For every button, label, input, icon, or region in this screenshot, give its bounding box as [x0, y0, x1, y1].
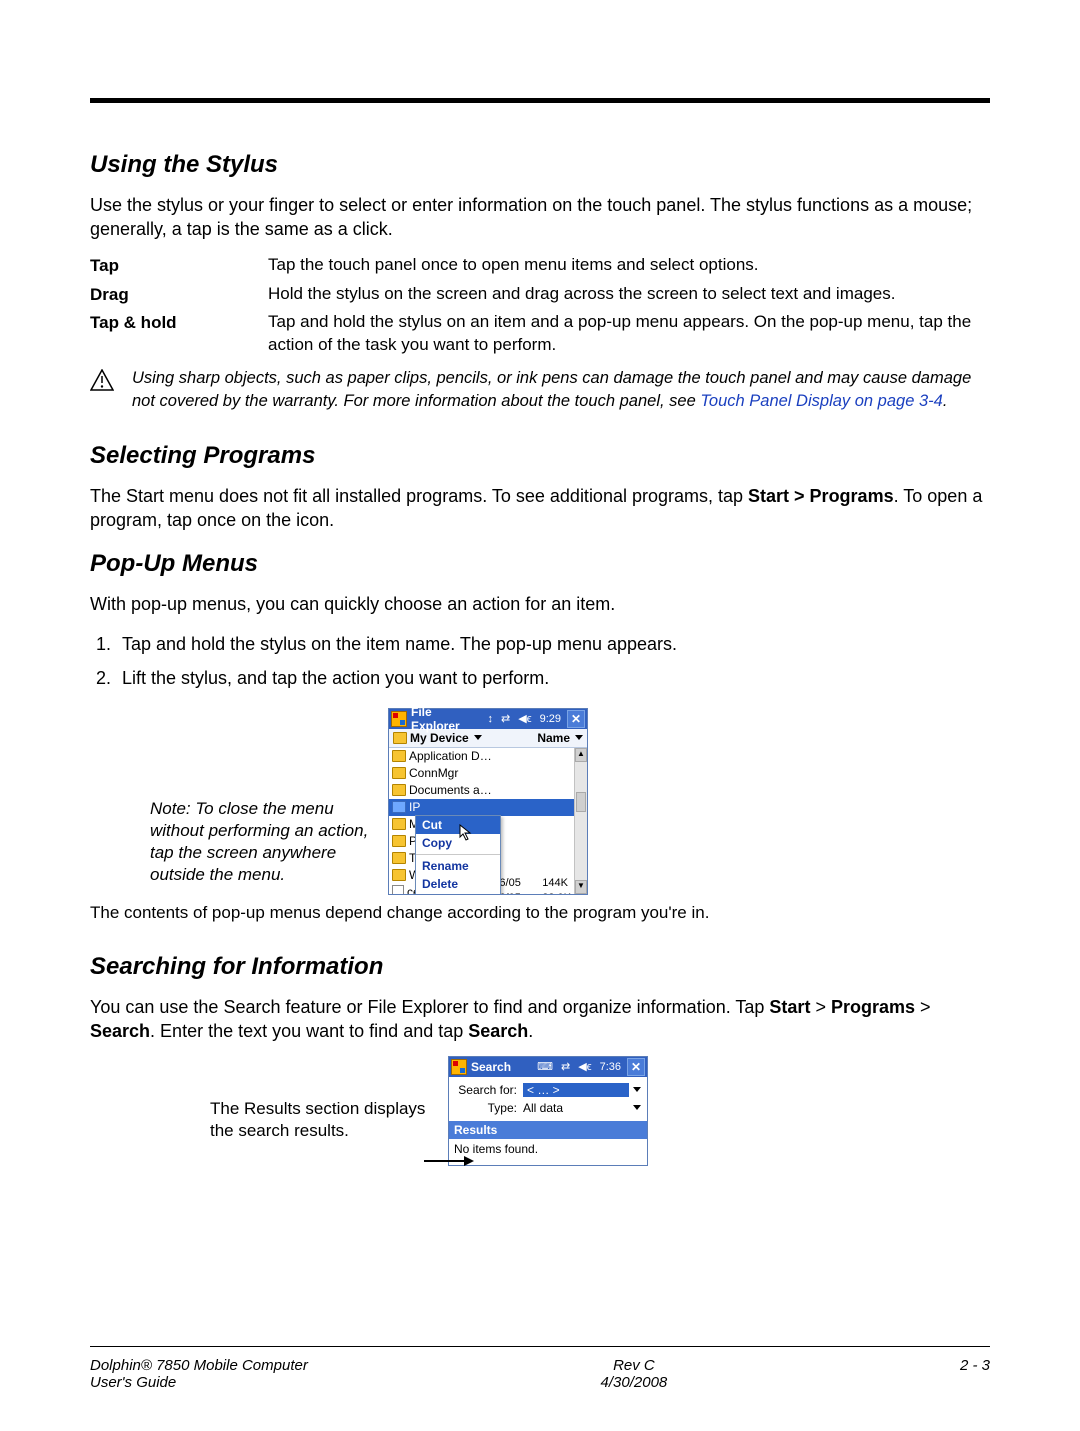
folder-icon: [392, 835, 406, 847]
menu-cut[interactable]: Cut: [416, 816, 500, 834]
def-taphold: Tap and hold the stylus on an item and a…: [268, 311, 990, 357]
footer-center: Rev C 4/30/2008: [601, 1357, 668, 1391]
start-icon[interactable]: [451, 1059, 467, 1075]
results-header: Results: [449, 1121, 647, 1139]
chevron-down-icon[interactable]: [633, 1105, 641, 1110]
term-tap: Tap: [90, 254, 260, 277]
warning-note: Using sharp objects, such as paper clips…: [90, 367, 990, 412]
cursor-icon: [459, 824, 473, 845]
search-text: You can use the Search feature or File E…: [90, 995, 990, 1044]
popup-intro: With pop-up menus, you can quickly choos…: [90, 592, 990, 616]
sel-pre: The Start menu does not fit all installe…: [90, 486, 748, 506]
footer-right: 2 - 3: [960, 1357, 990, 1391]
menu-copy[interactable]: Copy: [416, 834, 500, 852]
file-meta: 1/6/05144K 1/6/0528.0K 1/6/0528.0K: [490, 876, 571, 894]
file-explorer-screenshot: File Explorer ↕ ⇄ ◀ϵ 9:29 ✕ My Device Na…: [388, 708, 588, 895]
sel-bold: Start > Programs: [748, 486, 894, 506]
sync-icon[interactable]: ↕: [486, 713, 496, 725]
type-label: Type:: [455, 1101, 517, 1115]
term-taphold: Tap & hold: [90, 311, 260, 357]
menu-delete[interactable]: Delete: [416, 875, 500, 893]
scrollbar[interactable]: ▲ ▼: [574, 748, 587, 894]
folder-icon: [392, 801, 406, 813]
context-menu[interactable]: Cut Copy Rename Delete Send… Beam File…: [415, 815, 501, 894]
stylus-definitions: Tap Tap the touch panel once to open men…: [90, 254, 990, 358]
folder-icon: [392, 767, 406, 779]
file-icon: [392, 885, 404, 894]
search-screenshot: Search ⌨ ⇄ ◀ϵ 7:36 ✕ Search for: < … > T…: [448, 1056, 648, 1166]
results-body: No items found.: [449, 1139, 647, 1165]
keyboard-icon[interactable]: ⌨: [535, 1060, 555, 1073]
folder-icon: [393, 732, 407, 744]
close-icon[interactable]: ✕: [567, 710, 585, 728]
speaker-icon[interactable]: ◀ϵ: [516, 712, 533, 725]
fe-pathbar[interactable]: My Device Name: [389, 729, 587, 748]
footer-left: Dolphin® 7850 Mobile Computer User's Gui…: [90, 1357, 308, 1391]
fe-path: My Device: [410, 731, 469, 745]
term-drag: Drag: [90, 283, 260, 306]
def-tap: Tap the touch panel once to open menu it…: [268, 254, 990, 277]
start-icon[interactable]: [391, 711, 407, 727]
fe-time: 9:29: [538, 713, 563, 725]
search-for-label: Search for:: [455, 1083, 517, 1097]
chevron-down-icon[interactable]: [633, 1087, 641, 1092]
folder-icon: [392, 852, 406, 864]
fe-title: File Explorer: [411, 705, 482, 733]
folder-icon: [392, 818, 406, 830]
list-item-selected[interactable]: IP: [389, 799, 587, 816]
folder-icon: [392, 784, 406, 796]
search-for-value[interactable]: < … >: [523, 1083, 629, 1097]
search-title: Search: [471, 1060, 531, 1074]
search-titlebar: Search ⌨ ⇄ ◀ϵ 7:36 ✕: [449, 1057, 647, 1077]
chevron-down-icon[interactable]: [575, 735, 583, 740]
close-icon[interactable]: ✕: [627, 1058, 645, 1076]
type-value[interactable]: All data: [523, 1101, 629, 1115]
arrow-icon: [424, 1152, 474, 1174]
warn-post: .: [943, 392, 948, 410]
list-item[interactable]: Documents a…: [389, 782, 587, 799]
stylus-intro: Use the stylus or your finger to select …: [90, 193, 990, 242]
list-item[interactable]: Application D…: [389, 748, 587, 765]
scroll-down-icon[interactable]: ▼: [575, 880, 587, 894]
heading-selecting-programs: Selecting Programs: [90, 442, 990, 470]
page-footer: Dolphin® 7850 Mobile Computer User's Gui…: [90, 1346, 990, 1391]
speaker-icon[interactable]: ◀ϵ: [576, 1060, 593, 1073]
step-1: Tap and hold the stylus on the item name…: [116, 629, 990, 660]
folder-icon: [392, 869, 406, 881]
net-icon[interactable]: ⇄: [499, 712, 512, 725]
heading-popup-menus: Pop-Up Menus: [90, 550, 990, 578]
search-form: Search for: < … > Type: All data: [449, 1077, 647, 1121]
fe-titlebar: File Explorer ↕ ⇄ ◀ϵ 9:29 ✕: [389, 709, 587, 729]
def-drag: Hold the stylus on the screen and drag a…: [268, 283, 990, 306]
heading-searching: Searching for Information: [90, 953, 990, 981]
touch-panel-link[interactable]: Touch Panel Display on page 3-4: [700, 392, 942, 410]
popup-steps: Tap and hold the stylus on the item name…: [90, 629, 990, 694]
scroll-thumb[interactable]: [576, 792, 586, 812]
folder-icon: [392, 750, 406, 762]
menu-rename[interactable]: Rename: [416, 857, 500, 875]
list-item[interactable]: ConnMgr: [389, 765, 587, 782]
selecting-text: The Start menu does not fit all installe…: [90, 484, 990, 533]
chevron-down-icon[interactable]: [474, 735, 482, 740]
top-rule: [90, 98, 990, 103]
fe-sort: Name: [537, 731, 570, 745]
search-caption: The Results section displays the search …: [210, 1056, 430, 1142]
warning-text: Using sharp objects, such as paper clips…: [132, 367, 990, 412]
fe-list[interactable]: Application D… ConnMgr Documents a… IP M…: [389, 748, 587, 894]
popup-post: The contents of pop-up menus depend chan…: [90, 903, 990, 923]
step-2: Lift the stylus, and tap the action you …: [116, 663, 990, 694]
search-time: 7:36: [598, 1061, 623, 1073]
scroll-up-icon[interactable]: ▲: [575, 748, 587, 762]
heading-using-stylus: Using the Stylus: [90, 151, 990, 179]
warning-icon: [90, 369, 124, 412]
popup-note: Note: To close the menu without performi…: [150, 708, 370, 886]
net-icon[interactable]: ⇄: [559, 1060, 572, 1073]
